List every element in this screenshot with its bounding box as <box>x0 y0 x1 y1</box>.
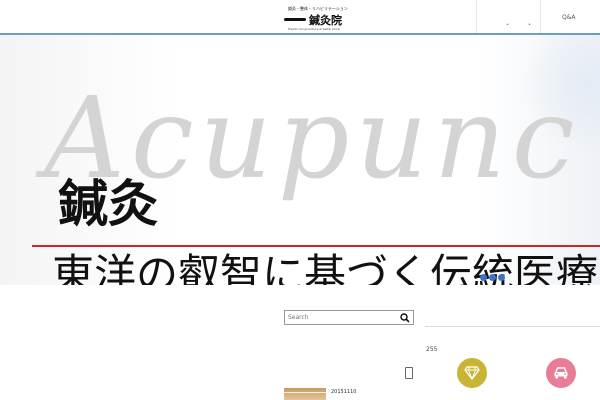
slider-dot[interactable] <box>480 274 487 281</box>
search-box <box>284 310 414 325</box>
site-logo[interactable]: 鍼灸・整体・リハビリテーション 鍼灸院 Hashiri Acupuncture … <box>284 6 348 32</box>
car-button[interactable] <box>546 358 576 388</box>
section-divider <box>425 326 600 327</box>
search-input[interactable] <box>285 311 398 324</box>
diamond-button[interactable] <box>457 358 487 388</box>
slider-dot[interactable] <box>498 274 505 281</box>
post-date[interactable]: 20151110 <box>331 389 356 395</box>
nav-divider <box>476 0 477 33</box>
thumbnail-detail <box>284 392 326 393</box>
counter-text: 255 <box>426 346 438 353</box>
slider-pagination <box>480 266 507 285</box>
hero-subtitle: 東洋の叡智に基づく伝統医療 <box>52 250 599 286</box>
slider-dot[interactable] <box>489 274 496 281</box>
hero-title: 鍼灸 <box>58 174 158 233</box>
nav-divider <box>540 0 541 33</box>
chevron-down-icon[interactable]: ⌄ <box>527 20 532 27</box>
post-thumbnail[interactable] <box>284 388 326 400</box>
car-icon <box>554 367 568 379</box>
logo-brush-stroke <box>284 18 306 21</box>
logo-english-name: Hashiri Acupuncture & Seitai Clinic <box>288 27 341 31</box>
hero-slider: Acupunc 鍼灸 東洋の叡智に基づく伝統医療 <box>0 35 600 285</box>
search-icon[interactable] <box>400 313 410 323</box>
site-header: 鍼灸・整体・リハビリテーション 鍼灸院 Hashiri Acupuncture … <box>0 0 600 35</box>
mobile-phone-icon <box>405 367 413 379</box>
logo-name: 鍼灸院 <box>309 14 342 27</box>
chevron-down-icon[interactable]: ⌄ <box>505 20 510 27</box>
nav-item-qa[interactable]: Q&A <box>562 14 576 21</box>
diamond-icon <box>464 366 480 380</box>
hero-divider-line <box>32 245 600 247</box>
